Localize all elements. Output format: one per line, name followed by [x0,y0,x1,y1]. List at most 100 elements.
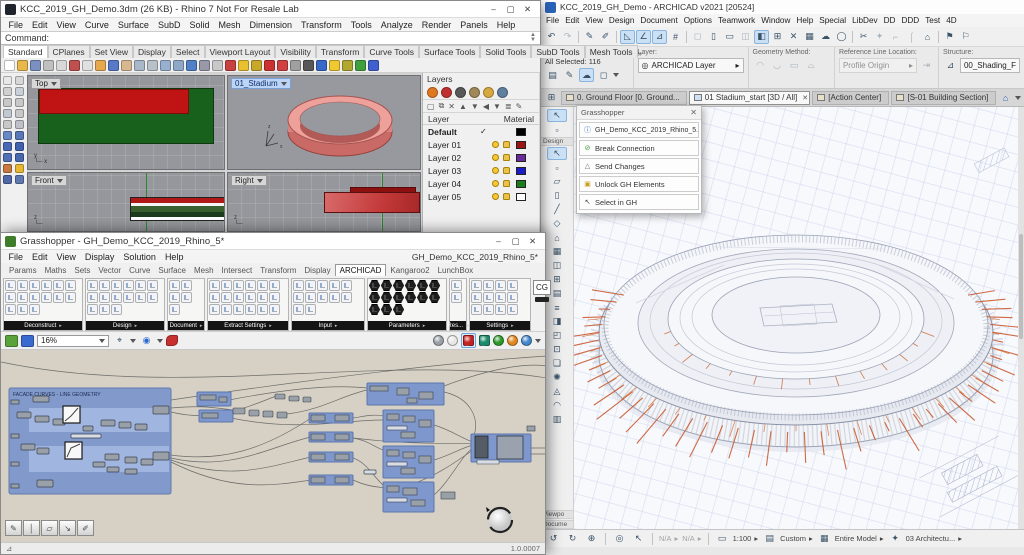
component-icon[interactable] [5,304,16,315]
toolbar-icon[interactable] [938,31,939,43]
viewport-front-label[interactable]: Front [31,175,67,186]
geometry-option-icon[interactable]: ◡ [770,58,785,72]
menu-item[interactable]: DDD [898,16,922,25]
component-icon[interactable] [111,292,122,303]
extrude-icon[interactable] [3,175,12,184]
component-icon[interactable] [293,280,304,291]
display-tab-icon[interactable] [427,87,438,98]
menu-item[interactable]: Options [681,16,715,25]
component-icon[interactable] [269,280,280,291]
layers-icon[interactable] [264,60,275,71]
geometry-option-icon[interactable]: ▭ [787,58,802,72]
component-icon[interactable] [233,280,244,291]
Layer 05[interactable]: Layer 05 [423,190,539,203]
model-filter-selector[interactable]: ▦Entire Model ▸ [817,532,884,546]
component-icon[interactable] [369,280,380,291]
object-tool-icon[interactable]: ❏ [547,357,567,370]
component-icon[interactable] [471,304,482,315]
pick-up-parameters-icon[interactable]: ✎ [582,30,597,44]
cloud-icon[interactable]: ☁ [818,30,833,44]
boolean-icon[interactable] [3,164,12,173]
component-tab[interactable]: ARCHICAD [335,264,387,276]
new-file-icon[interactable] [4,60,15,71]
structure-dropdown[interactable]: 00_Shading_F [960,58,1020,73]
grasshopper-canvas[interactable]: FACADE CURVES - LINE GEOMETRY [1,350,545,542]
column-tool-icon[interactable]: ▯ [547,189,567,202]
component-icon[interactable] [495,304,506,315]
component-icon[interactable] [5,280,16,291]
toolbar-tab[interactable]: Set View [90,45,133,58]
cut-icon[interactable] [56,60,67,71]
component-icon[interactable] [405,280,416,291]
viewport-right-label[interactable]: Right [231,175,267,186]
toolbar-tab[interactable]: Mesh Tools [585,45,638,58]
component-icon[interactable] [111,304,122,315]
freeform-icon[interactable] [15,120,24,129]
component-icon[interactable] [233,292,244,303]
close-button[interactable]: ✕ [519,4,536,15]
component-icon[interactable] [123,280,134,291]
component-tab[interactable]: LunchBox [434,265,478,276]
layer-visibility-icon[interactable] [492,141,499,148]
cg-badge[interactable]: CG [533,280,551,295]
zoom-icon[interactable]: ⊕ [584,532,599,546]
menu-item[interactable]: Special [816,16,849,25]
menu-item[interactable]: Render [417,20,456,30]
profile-icon[interactable]: ⊿ [943,59,958,73]
menu-item[interactable]: Surface [113,20,153,30]
layer-dropdown[interactable]: ◎ ARCHICAD Layer ▸ [638,58,744,73]
component-icon[interactable] [29,304,40,315]
viewport-top[interactable]: Top y└─ x [27,75,225,170]
menu-item[interactable]: Panels [456,20,493,30]
gem-preview-icon[interactable] [463,335,474,346]
flag-icon[interactable]: ⚑ [942,30,957,44]
help-tab-icon[interactable] [455,87,466,98]
layer-visibility-icon[interactable] [492,180,499,187]
component-icon[interactable] [245,292,256,303]
component-icon[interactable] [305,280,316,291]
move-up-icon[interactable]: ▲ [459,102,467,111]
layer-color-swatch[interactable] [516,180,526,188]
component-icon[interactable] [41,280,52,291]
component-icons[interactable] [470,279,530,321]
component-icon[interactable] [257,292,268,303]
view-scrollbar[interactable] [1018,107,1024,529]
split-icon[interactable]: ⌐ [888,30,903,44]
stretch-icon[interactable]: ✕ [786,30,801,44]
layer-color-swatch[interactable] [516,141,526,149]
roof-tool-icon[interactable]: ⌂ [547,231,567,244]
undo-icon[interactable]: ↶ [544,30,559,44]
component-icon[interactable] [111,280,122,291]
layer-combination-selector[interactable]: ✦03 Architectu... ▸ [888,532,962,546]
archicad-titlebar[interactable]: KCC_2019_GH_Demo - ARCHICAD v2021 [20524… [541,0,1024,14]
beam-tool-icon[interactable]: ╱ [547,203,567,216]
component-icon[interactable] [257,304,268,315]
toolbar-tab[interactable]: Transform [316,45,364,58]
sketch-eraser-icon[interactable]: ✐ [77,520,94,536]
component-icon[interactable] [507,280,518,291]
toolbar-tab[interactable]: Viewport Layout [205,45,276,58]
component-icon[interactable] [209,280,220,291]
teal-gem-icon[interactable] [479,335,490,346]
open-document-icon[interactable] [5,335,18,347]
component-icon[interactable] [221,280,232,291]
component-icon[interactable] [429,280,440,291]
arc-icon[interactable] [15,98,24,107]
component-icon[interactable] [181,292,192,303]
wall-tool-icon[interactable]: ▱ [547,175,567,188]
layer-color-swatch[interactable] [516,167,526,175]
component-icon[interactable] [341,292,352,303]
component-icon[interactable] [221,304,232,315]
component-icon[interactable] [317,280,328,291]
toolbar-icon[interactable] [686,31,687,43]
component-group-banner[interactable]: Input▸ [292,321,364,330]
menu-item[interactable]: File [543,16,562,25]
component-icons[interactable] [450,279,466,321]
hide-icon[interactable] [238,60,249,71]
ellipse-icon[interactable] [3,120,12,129]
component-icon[interactable] [87,280,98,291]
layer-visibility-icon[interactable] [492,154,499,161]
menu-item[interactable]: 4D [943,16,959,25]
grid-snap-icon[interactable]: # [668,30,683,44]
sketch-arrow-icon[interactable]: ↘ [59,520,76,536]
